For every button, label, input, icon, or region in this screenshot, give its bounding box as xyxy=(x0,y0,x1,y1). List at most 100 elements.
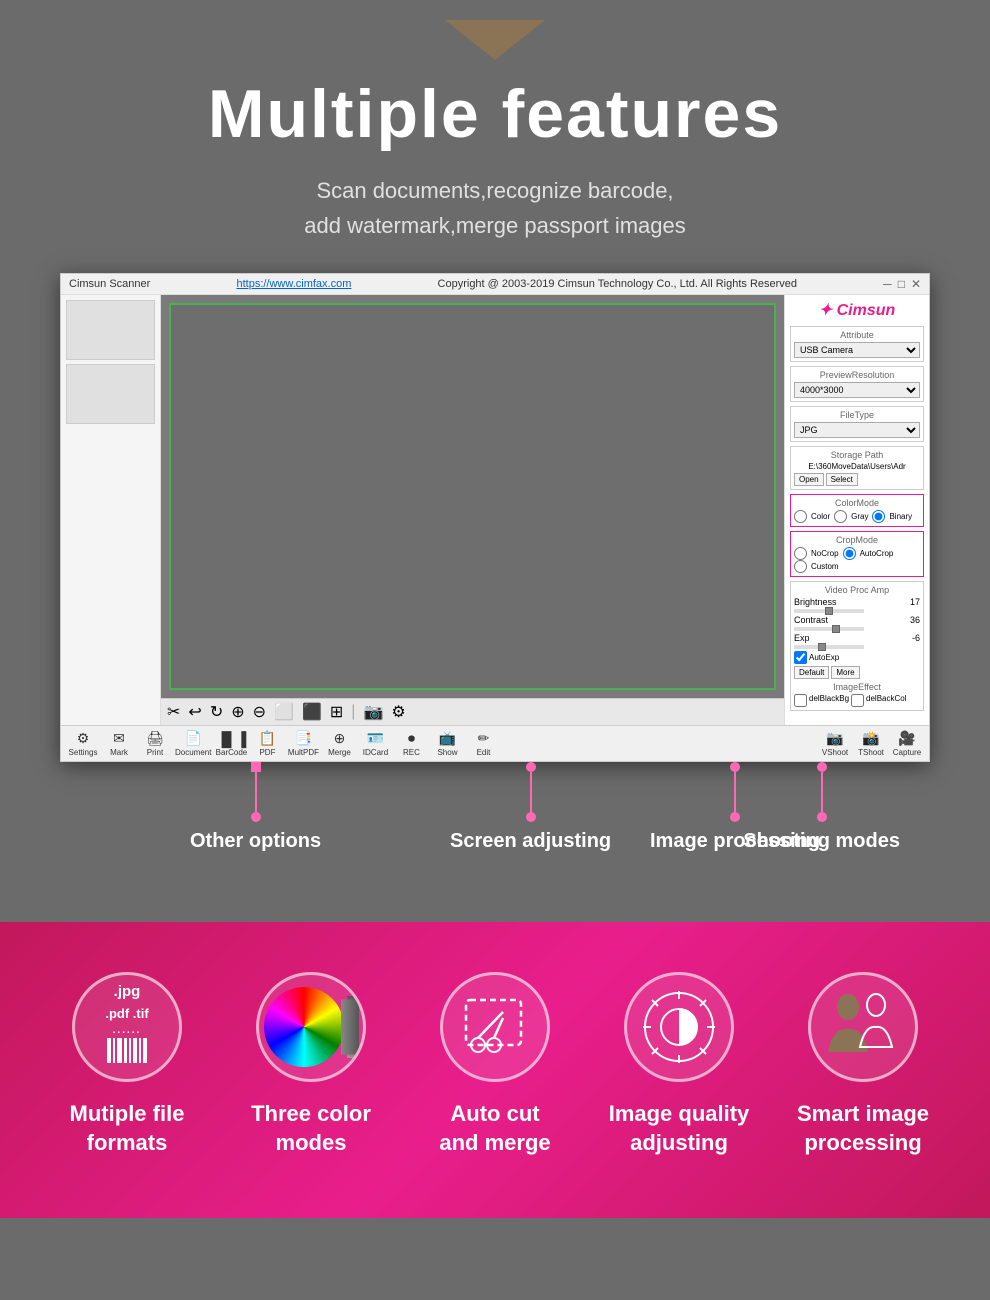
auto-cut-icon-circle xyxy=(440,972,550,1082)
screen-adjusting-dot-bottom xyxy=(526,812,536,822)
brightness-row: Brightness 17 xyxy=(794,597,920,607)
file-type-select[interactable]: JPG xyxy=(794,422,920,438)
exp-slider[interactable] xyxy=(794,645,864,649)
zoom-in-icon[interactable]: ⊕ xyxy=(231,702,244,722)
smart-image-icon-circle xyxy=(808,972,918,1082)
contrast-label: Contrast xyxy=(794,615,828,625)
feature-file-formats: .jpg .pdf .tif ...... M xyxy=(40,972,214,1157)
camera-icon[interactable]: 📷 xyxy=(363,702,383,722)
mark-tool[interactable]: ✉ Mark xyxy=(103,730,135,757)
custom-radio[interactable] xyxy=(794,560,807,573)
print-tool[interactable]: 🖨 Print xyxy=(139,730,171,757)
print-tool-label: Print xyxy=(147,748,163,757)
toolbar-divider: | xyxy=(351,703,355,721)
barcode-graphic xyxy=(107,1038,147,1068)
pdf-tool-label: PDF xyxy=(259,748,275,757)
undo-icon[interactable]: ↩ xyxy=(188,702,201,722)
brightness-label: Brightness xyxy=(794,597,837,607)
preview-res-select[interactable]: 4000*3000 xyxy=(794,382,920,398)
exp-row: Exp -6 xyxy=(794,633,920,643)
vshoot-tool[interactable]: 📷 VShoot xyxy=(819,730,851,757)
autoexp-checkbox[interactable] xyxy=(794,651,807,664)
redo-icon[interactable]: ↻ xyxy=(210,702,223,722)
color-mode-options: Color Gray Binary xyxy=(794,510,920,523)
scanner-copyright: Copyright @ 2003-2019 Cimsun Technology … xyxy=(438,278,798,290)
scanner-bottombar: ⚙ Settings ✉ Mark 🖨 Print 📄 Document ▐▌▐… xyxy=(61,725,929,761)
mark-tool-icon: ✉ xyxy=(113,730,125,747)
brightness-value: 17 xyxy=(910,597,920,607)
other-options-dot-top xyxy=(251,762,261,772)
maximize-btn[interactable]: □ xyxy=(898,277,905,291)
color-wheel-container xyxy=(264,987,359,1067)
show-tool[interactable]: 📺 Show xyxy=(431,730,463,757)
autocrop-radio[interactable] xyxy=(843,547,856,560)
edit-tool[interactable]: ✏ Edit xyxy=(467,730,499,757)
show-tool-label: Show xyxy=(437,748,457,757)
show-tool-icon: 📺 xyxy=(439,730,456,747)
shooting-modes-dot-bottom xyxy=(817,812,827,822)
preview-canvas[interactable] xyxy=(169,303,776,690)
autoexp-row: AutoExp xyxy=(794,651,920,664)
color-modes-icon-circle xyxy=(256,972,366,1082)
zoom-out-icon[interactable]: ⊖ xyxy=(253,702,266,722)
scanner-titlebar: Cimsun Scanner https://www.cimfax.com Co… xyxy=(61,274,929,295)
pdf-tool[interactable]: 📋 PDF xyxy=(251,730,283,757)
idcard-tool[interactable]: 🪪 IDCard xyxy=(359,730,391,757)
video-proc-section: Video Proc Amp Brightness 17 Contrast 36 xyxy=(790,581,924,711)
scanner-preview: ✂ ↩ ↻ ⊕ ⊖ ⬜ ⬛ ⊞ | 📷 ⚙ xyxy=(161,295,784,725)
gray-radio[interactable] xyxy=(834,510,847,523)
settings-tool-icon: ⚙ xyxy=(77,730,90,747)
merge-tool[interactable]: ⊕ Merge xyxy=(323,730,355,757)
screen-adjusting-label: Screen adjusting xyxy=(450,830,611,853)
scanner-url[interactable]: https://www.cimfax.com xyxy=(236,278,351,290)
feature-color-modes: Three color modes xyxy=(224,972,398,1157)
image-quality-icon-circle xyxy=(624,972,734,1082)
more-button[interactable]: More xyxy=(831,666,859,679)
open-button[interactable]: Open xyxy=(794,473,824,486)
color-wheel-icon xyxy=(264,987,344,1067)
document-tool[interactable]: 📄 Document xyxy=(175,730,211,757)
frame-icon[interactable]: ⬛ xyxy=(302,702,322,722)
settings-icon[interactable]: ⚙ xyxy=(391,702,405,722)
settings-tool[interactable]: ⚙ Settings xyxy=(67,730,99,757)
feature-smart-image: Smart image processing xyxy=(776,972,950,1157)
contrast-slider[interactable] xyxy=(794,627,864,631)
default-button[interactable]: Default xyxy=(794,666,829,679)
mark-tool-label: Mark xyxy=(110,748,128,757)
rec-tool[interactable]: ⏺ REC xyxy=(395,730,427,757)
smart-image-title: Smart image processing xyxy=(797,1100,929,1157)
multpdf-tool[interactable]: 📑 MultPDF xyxy=(287,730,319,757)
thumbnail-area xyxy=(66,300,155,360)
document-tool-label: Document xyxy=(175,748,211,757)
minimize-btn[interactable]: ─ xyxy=(883,277,892,291)
merge-tool-label: Merge xyxy=(328,748,351,757)
select-button[interactable]: Select xyxy=(826,473,858,486)
image-effect-options: delBlackBg delBackCol xyxy=(794,694,920,707)
crop-icon[interactable]: ✂ xyxy=(167,702,180,722)
close-btn[interactable]: ✕ xyxy=(911,277,921,291)
screen-adjusting-dot-top xyxy=(526,762,536,772)
cimsun-logo: ✦ Cimsun xyxy=(790,300,924,320)
nocrop-radio[interactable] xyxy=(794,547,807,560)
autoexp-label: AutoExp xyxy=(809,653,839,662)
shooting-modes-dot-top xyxy=(817,762,827,772)
del-black-bg-checkbox[interactable] xyxy=(794,694,807,707)
edit-tool-icon: ✏ xyxy=(478,730,490,747)
storage-path-label: Storage Path xyxy=(794,450,920,460)
color-modes-title: Three color modes xyxy=(251,1100,371,1157)
brightness-slider[interactable] xyxy=(794,609,864,613)
select-icon[interactable]: ⊞ xyxy=(330,702,343,722)
diamond-decoration xyxy=(445,20,545,60)
barcode-tool[interactable]: ▐▌▐ BarCode xyxy=(215,731,247,757)
binary-radio[interactable] xyxy=(872,510,885,523)
shooting-modes-label: Shooting modes xyxy=(743,830,900,853)
del-back-col-checkbox[interactable] xyxy=(851,694,864,707)
capture-tool[interactable]: 🎥 Capture xyxy=(891,730,923,757)
color-mode-section: ColorMode Color Gray Binary xyxy=(790,494,924,527)
tshoot-tool[interactable]: 📸 TShoot xyxy=(855,730,887,757)
attribute-select[interactable]: USB Camera xyxy=(794,342,920,358)
people-icon xyxy=(818,987,908,1067)
image-processing-line xyxy=(734,772,736,812)
fit-icon[interactable]: ⬜ xyxy=(274,702,294,722)
color-radio[interactable] xyxy=(794,510,807,523)
